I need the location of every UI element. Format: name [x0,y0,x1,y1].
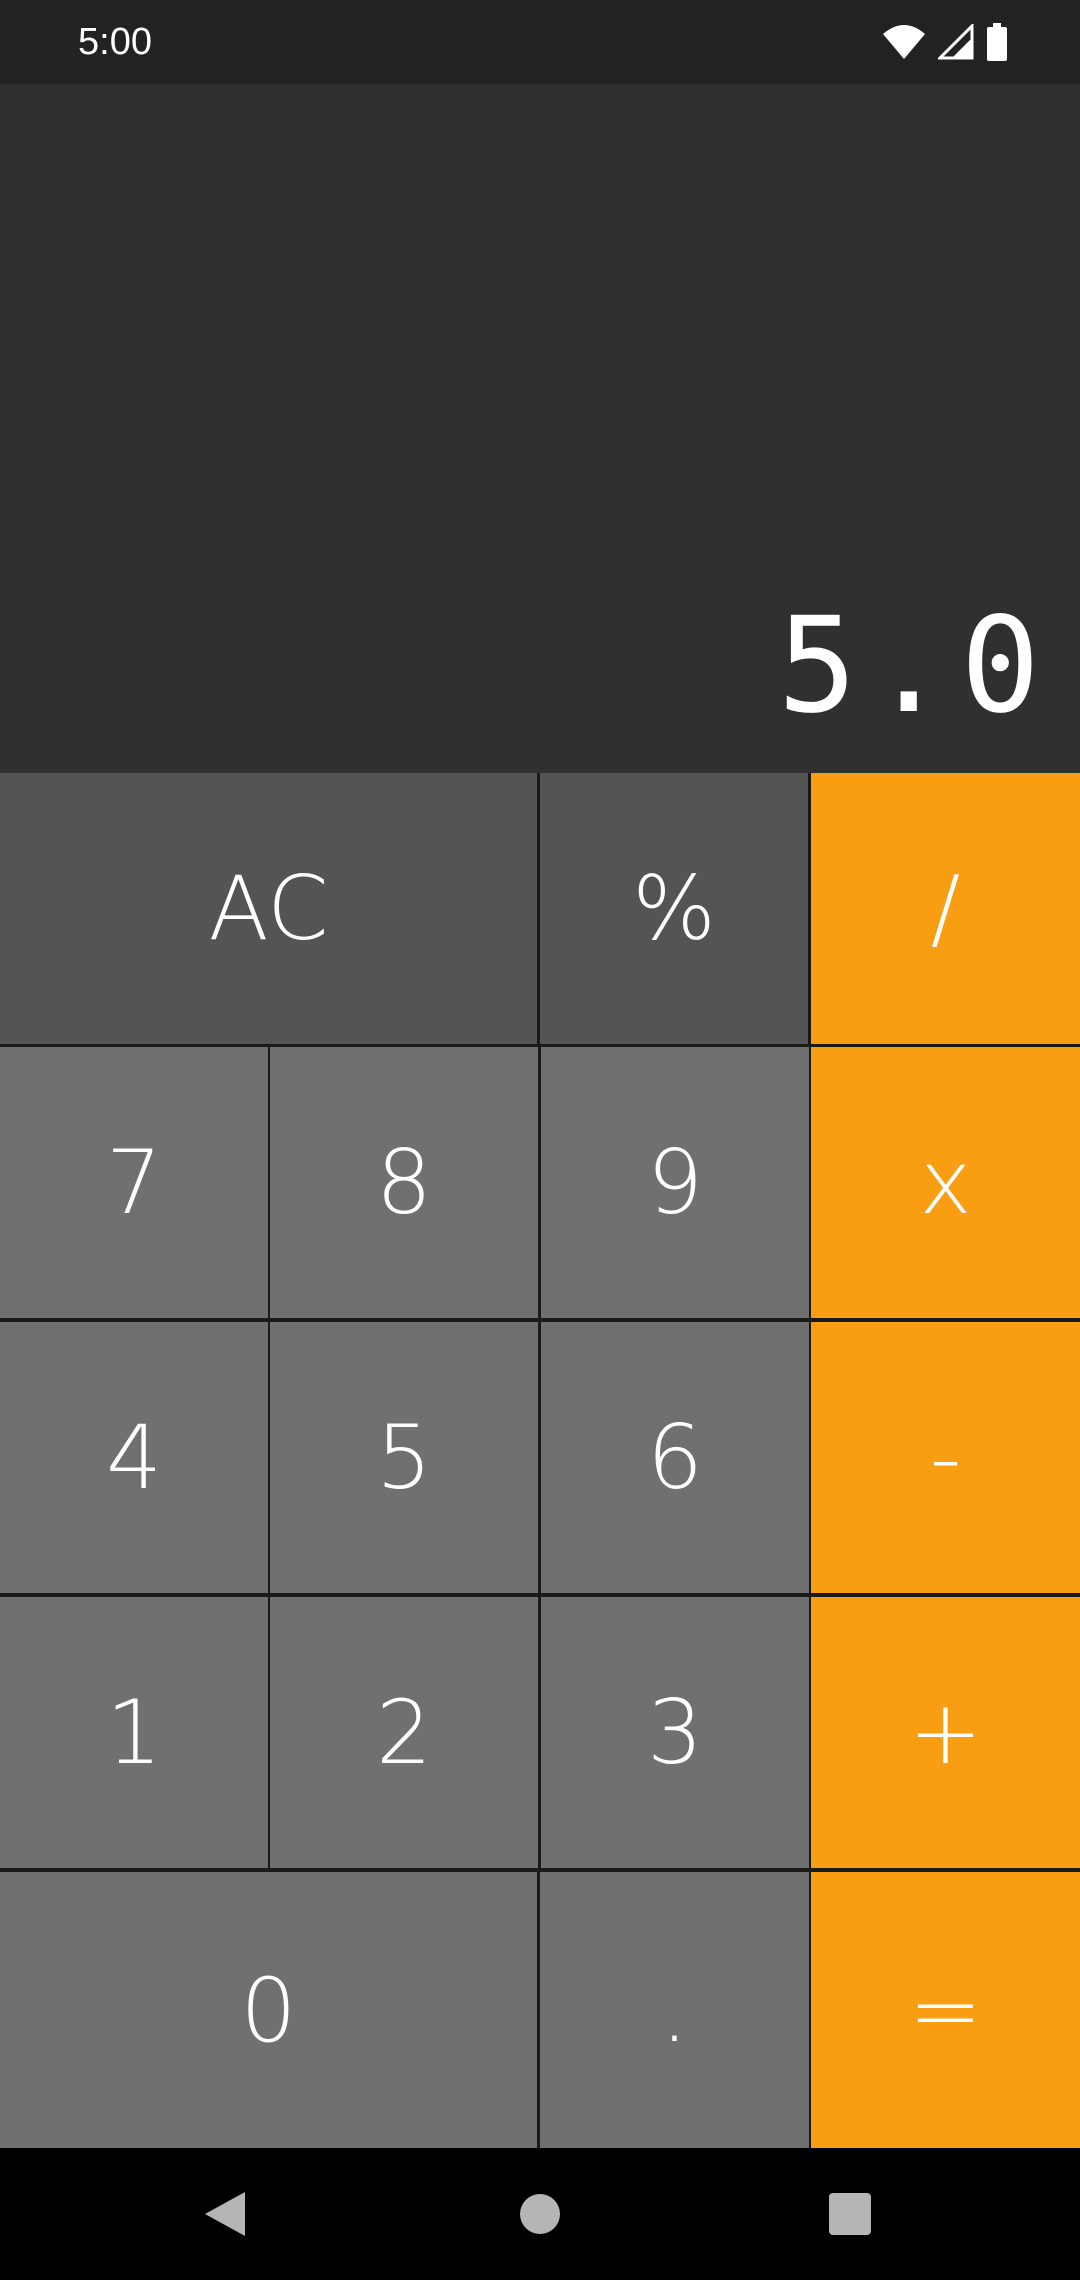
divide-button[interactable]: / [811,773,1080,1044]
decimal-button[interactable]: . [540,1872,809,2148]
subtract-button[interactable]: - [811,1322,1080,1593]
digit-7-button[interactable]: 7 [0,1047,268,1318]
recents-icon [828,2192,872,2236]
equals-button[interactable]: = [811,1872,1080,2148]
calculator-display: 5.0 [0,84,1080,773]
battery-icon [986,23,1008,61]
digit-4-button[interactable]: 4 [0,1322,268,1593]
wifi-icon [882,24,926,60]
keypad: AC % / 7 8 9 x 4 5 6 - 1 2 3 + 0 . = [0,773,1080,2148]
home-button[interactable] [450,2148,630,2280]
back-icon [203,2190,247,2238]
digit-9-button[interactable]: 9 [541,1047,809,1318]
digit-2-button[interactable]: 2 [270,1597,538,1868]
multiply-button[interactable]: x [811,1047,1080,1318]
digit-3-button[interactable]: 3 [541,1597,809,1868]
clear-button[interactable]: AC [0,773,537,1044]
status-icons [882,20,1008,64]
home-icon [518,2192,562,2236]
status-time: 5:00 [78,21,152,63]
digit-1-button[interactable]: 1 [0,1597,268,1868]
display-value: 5.0 [777,589,1052,743]
recents-button[interactable] [760,2148,940,2280]
digit-5-button[interactable]: 5 [270,1322,538,1593]
digit-8-button[interactable]: 8 [270,1047,538,1318]
percent-button[interactable]: % [540,773,808,1044]
digit-6-button[interactable]: 6 [541,1322,809,1593]
navigation-bar [0,2148,1080,2280]
status-bar: 5:00 [0,0,1080,84]
cell-signal-icon [938,24,974,60]
add-button[interactable]: + [811,1597,1080,1868]
back-button[interactable] [135,2148,315,2280]
digit-0-button[interactable]: 0 [0,1872,537,2148]
